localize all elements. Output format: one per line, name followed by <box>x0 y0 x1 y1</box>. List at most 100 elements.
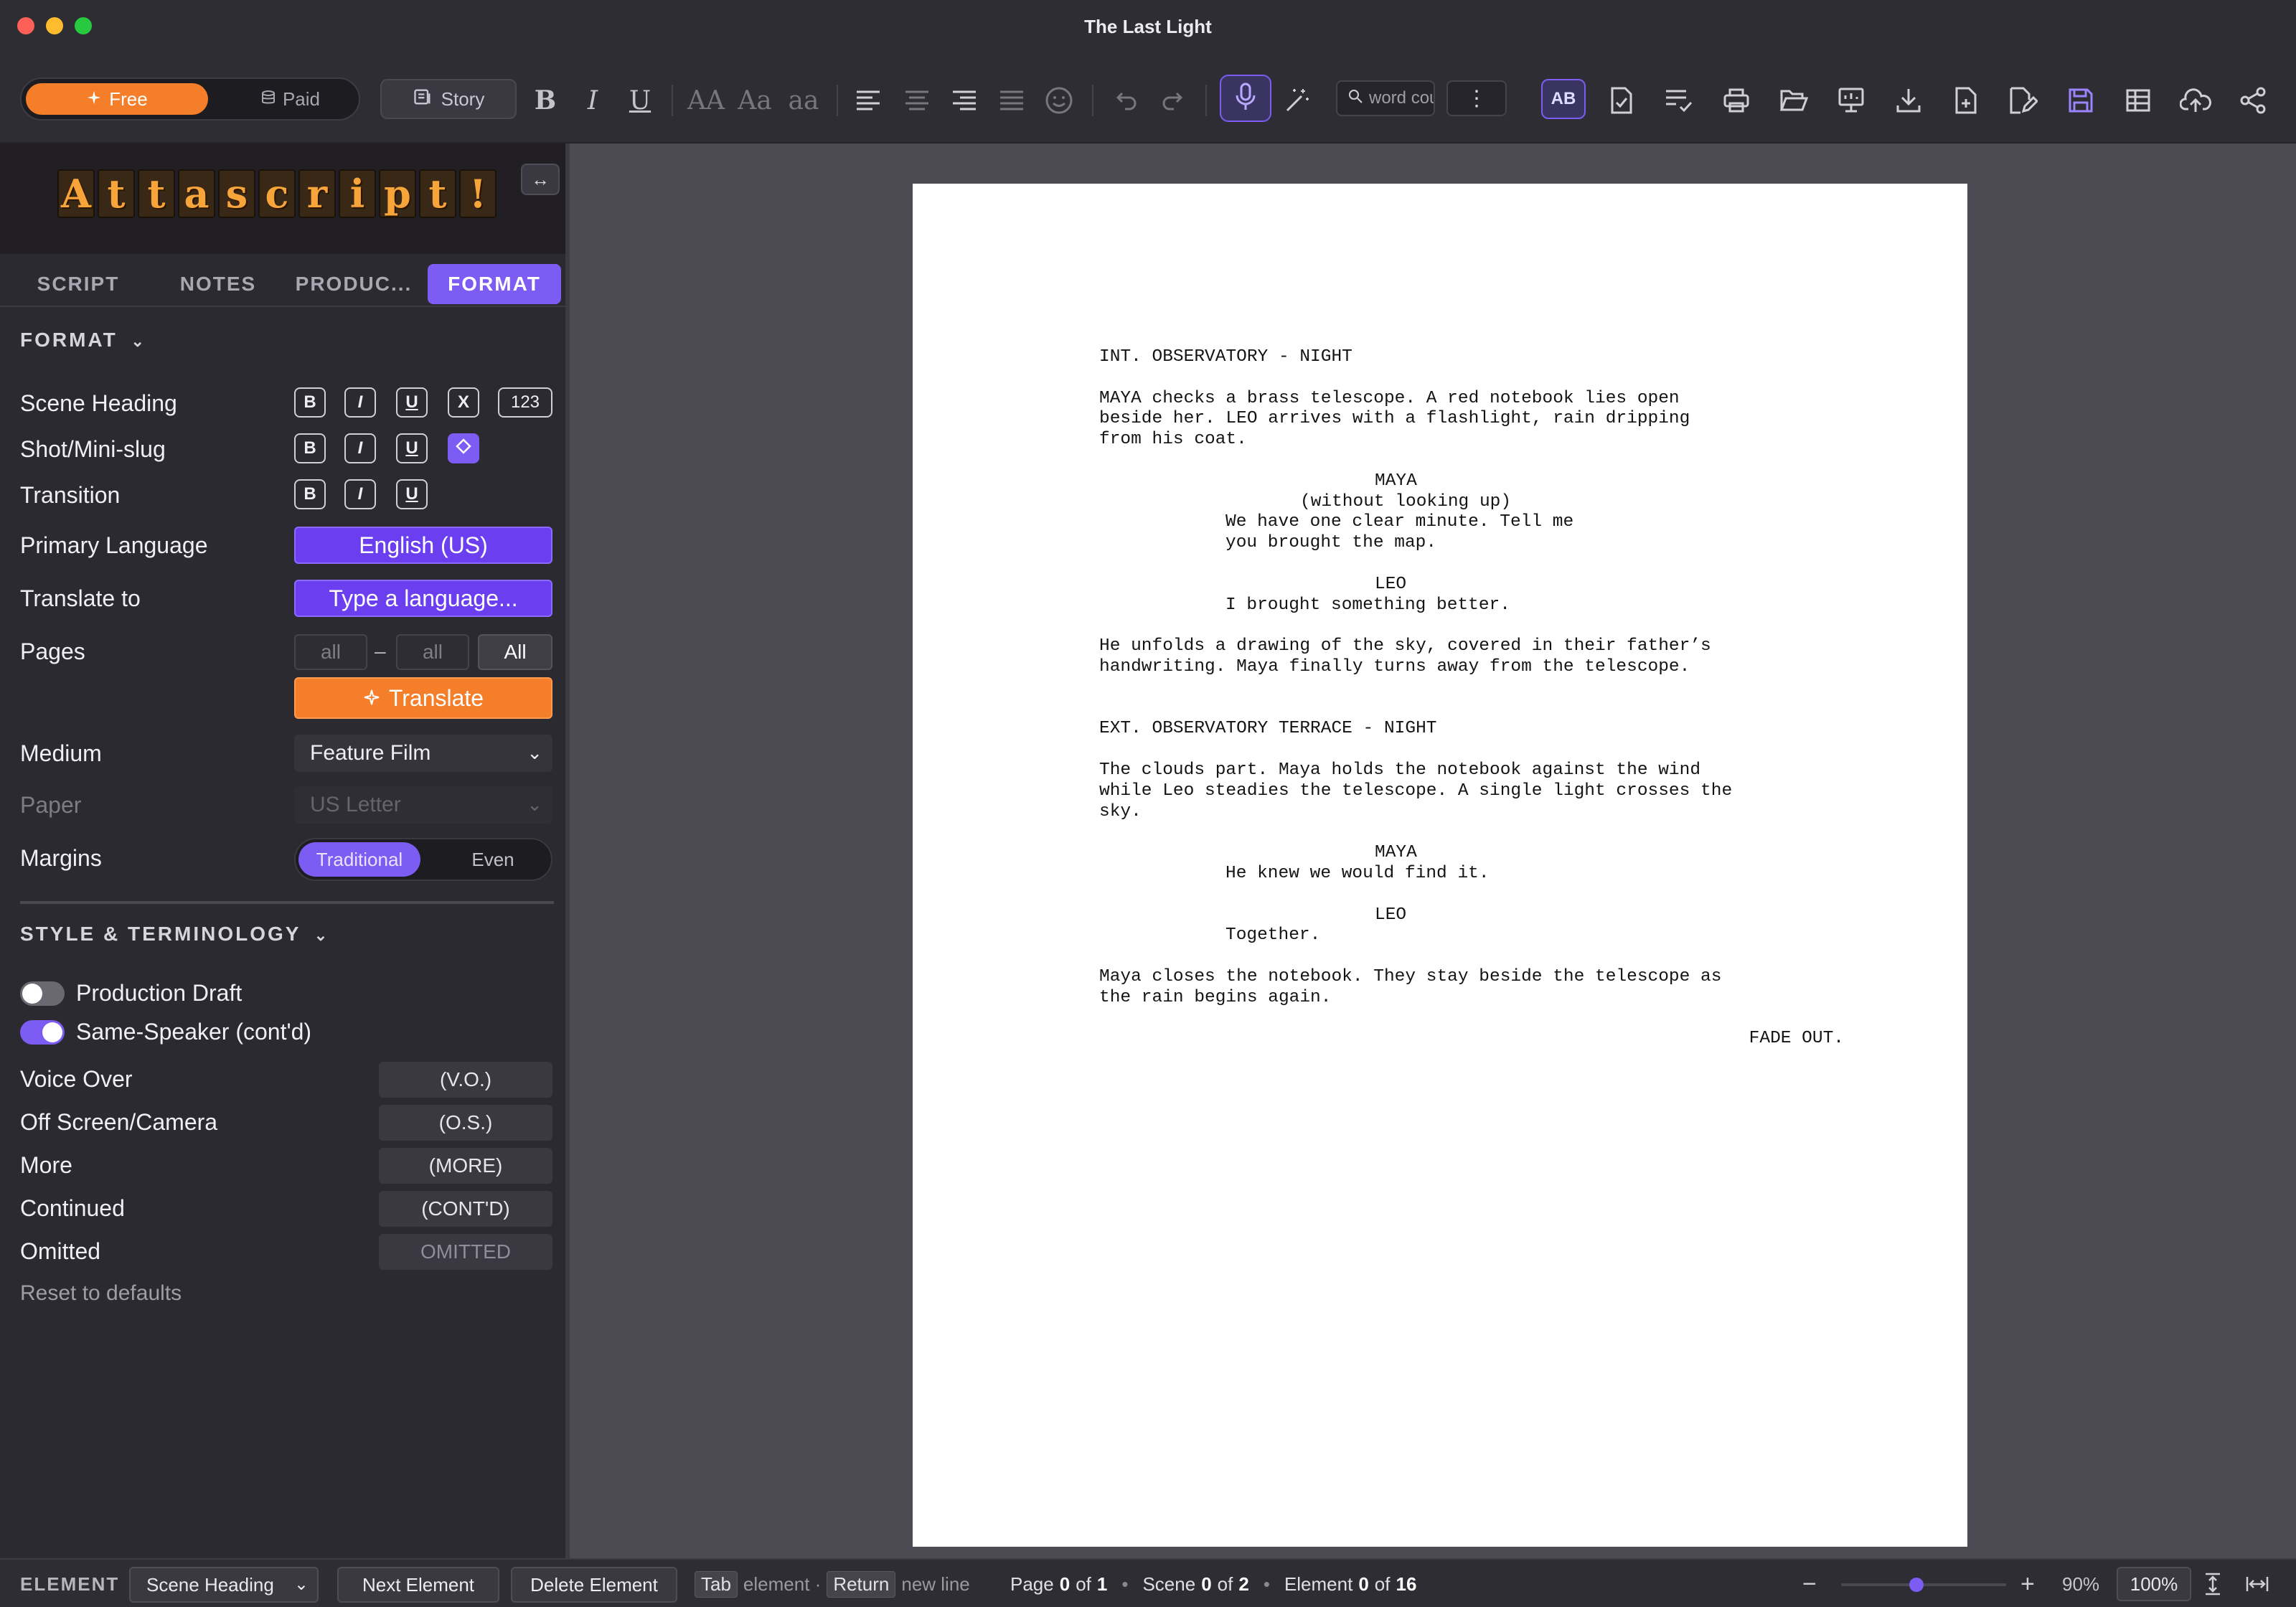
medium-select[interactable]: Feature Film ⌄ <box>294 735 552 772</box>
reset-defaults-link[interactable]: Reset to defaults <box>20 1281 182 1306</box>
shot-bold-button[interactable]: B <box>294 433 326 463</box>
tab-production[interactable]: PRODUC... <box>287 264 420 304</box>
translate-button[interactable]: Translate <box>294 677 552 719</box>
redo-icon[interactable] <box>1157 85 1188 116</box>
script-action[interactable]: He unfolds a drawing of the sky, covered… <box>1099 636 1711 678</box>
cloud-upload-icon[interactable] <box>2178 83 2213 118</box>
pages-to-input[interactable]: all <box>396 634 469 670</box>
bold-button[interactable]: B <box>531 85 560 116</box>
magic-wand-icon[interactable] <box>1280 85 1314 116</box>
script-character[interactable]: MAYA <box>1375 471 1417 492</box>
primary-language-select[interactable]: English (US) <box>294 527 552 564</box>
script-scene[interactable]: EXT. OBSERVATORY TERRACE - NIGHT <box>1099 719 1436 740</box>
plan-free-button[interactable]: Free <box>26 83 208 115</box>
keyboard-hints: Tab element · Return new line <box>695 1560 970 1607</box>
element-type-select[interactable]: Scene Heading ⌄ <box>129 1567 319 1603</box>
search-input[interactable]: word count <box>1336 80 1435 116</box>
scene-heading-strikeout-button[interactable]: X <box>448 387 479 418</box>
download-icon[interactable] <box>1891 83 1926 118</box>
scene-heading-underline-button[interactable]: U <box>396 387 428 418</box>
transition-bold-button[interactable]: B <box>294 479 326 509</box>
format-section-header[interactable]: FORMAT ⌄ <box>20 329 146 352</box>
expand-sidebar-button[interactable]: ↔ <box>521 164 560 195</box>
more-input[interactable]: (MORE) <box>379 1148 552 1184</box>
share-icon[interactable] <box>2236 83 2270 118</box>
script-dialogue[interactable]: I brought something better. <box>1225 595 1510 616</box>
shot-underline-button[interactable]: U <box>396 433 428 463</box>
tab-script[interactable]: SCRIPT <box>20 264 136 304</box>
script-action[interactable]: MAYA checks a brass telescope. A red not… <box>1099 389 1690 451</box>
titlecase-button[interactable]: Aa <box>733 85 776 116</box>
fit-height-icon[interactable] <box>2203 1560 2223 1607</box>
zoom-slider-thumb[interactable] <box>1909 1578 1924 1592</box>
new-document-icon[interactable] <box>1949 83 1983 118</box>
production-draft-toggle[interactable] <box>20 981 65 1006</box>
next-element-button[interactable]: Next Element <box>337 1567 499 1603</box>
scene-heading-italic-button[interactable]: I <box>344 387 376 418</box>
list-check-icon[interactable] <box>1662 83 1696 118</box>
script-transition[interactable]: FADE OUT. <box>1749 1029 1844 1050</box>
transition-underline-button[interactable]: U <box>396 479 428 509</box>
script-dialogue[interactable]: He knew we would find it. <box>1225 864 1490 885</box>
folder-open-icon[interactable] <box>1777 83 1811 118</box>
title-bar: The Last Light <box>0 0 2296 53</box>
zoom-slider[interactable] <box>1841 1578 2006 1592</box>
zoom-in-icon[interactable]: + <box>2020 1560 2035 1607</box>
emoji-icon[interactable] <box>1042 85 1076 116</box>
scene-heading-bold-button[interactable]: B <box>294 387 326 418</box>
lowercase-button[interactable]: aa <box>782 85 825 116</box>
delete-element-button[interactable]: Delete Element <box>511 1567 677 1603</box>
align-center-icon[interactable] <box>901 85 933 116</box>
underline-button[interactable]: U <box>626 85 654 116</box>
dictation-button[interactable] <box>1220 75 1271 122</box>
zoom-out-icon[interactable]: − <box>1802 1560 1817 1607</box>
align-left-icon[interactable] <box>852 85 884 116</box>
align-justify-icon[interactable] <box>996 85 1027 116</box>
voice-over-input[interactable]: (V.O.) <box>379 1062 552 1098</box>
story-button[interactable]: Story <box>380 79 517 119</box>
pages-from-input[interactable]: all <box>294 634 367 670</box>
tab-format[interactable]: FORMAT <box>428 264 561 304</box>
script-parenthetical[interactable]: (without looking up) <box>1300 492 1511 513</box>
table-icon[interactable] <box>2121 83 2155 118</box>
omitted-input[interactable]: OMITTED <box>379 1234 552 1270</box>
zoom-preset-select[interactable]: 100% <box>2117 1567 2191 1601</box>
document-check-icon[interactable] <box>1604 83 1639 118</box>
script-dialogue[interactable]: Together. <box>1225 925 1320 946</box>
shot-italic-button[interactable]: I <box>344 433 376 463</box>
production-draft-label: Production Draft <box>76 980 243 1006</box>
margins-traditional-option[interactable]: Traditional <box>298 842 420 877</box>
plan-paid-button[interactable]: Paid <box>237 83 344 115</box>
script-action[interactable]: The clouds part. Maya holds the notebook… <box>1099 760 1732 822</box>
script-character[interactable]: LEO <box>1375 905 1406 926</box>
pages-all-button[interactable]: All <box>478 634 552 670</box>
presentation-icon[interactable] <box>1834 83 1868 118</box>
script-scene[interactable]: INT. OBSERVATORY - NIGHT <box>1099 347 1352 368</box>
script-action[interactable]: Maya closes the notebook. They stay besi… <box>1099 967 1721 1009</box>
fit-width-icon[interactable] <box>2246 1560 2269 1607</box>
edit-document-icon[interactable] <box>2006 83 2041 118</box>
spellcheck-button[interactable]: AB <box>1541 79 1586 119</box>
save-icon[interactable] <box>2064 83 2098 118</box>
shot-diamond-button[interactable] <box>448 433 479 463</box>
uppercase-button[interactable]: AA <box>684 85 728 116</box>
more-options-button[interactable]: ⋮ <box>1446 80 1507 116</box>
chevron-down-icon: ⌄ <box>527 793 542 815</box>
align-right-icon[interactable] <box>949 85 980 116</box>
transition-italic-button[interactable]: I <box>344 479 376 509</box>
script-page[interactable]: INT. OBSERVATORY - NIGHT MAYA checks a br… <box>913 184 1967 1547</box>
off-screen-input[interactable]: (O.S.) <box>379 1105 552 1141</box>
print-icon[interactable] <box>1719 83 1754 118</box>
translate-language-input[interactable]: Type a language... <box>294 580 552 617</box>
script-dialogue[interactable]: We have one clear minute. Tell me you br… <box>1225 512 1573 554</box>
scene-numbers-button[interactable]: 123 <box>498 387 552 418</box>
undo-icon[interactable] <box>1111 85 1142 116</box>
same-speaker-toggle[interactable] <box>20 1020 65 1045</box>
tab-notes[interactable]: NOTES <box>154 264 283 304</box>
continued-input[interactable]: (CONT'D) <box>379 1191 552 1227</box>
script-character[interactable]: MAYA <box>1375 843 1417 864</box>
italic-button[interactable]: I <box>578 85 607 116</box>
style-terminology-header[interactable]: STYLE & TERMINOLOGY ⌄ <box>20 923 329 946</box>
margins-even-option[interactable]: Even <box>439 842 547 877</box>
script-character[interactable]: LEO <box>1375 575 1406 595</box>
